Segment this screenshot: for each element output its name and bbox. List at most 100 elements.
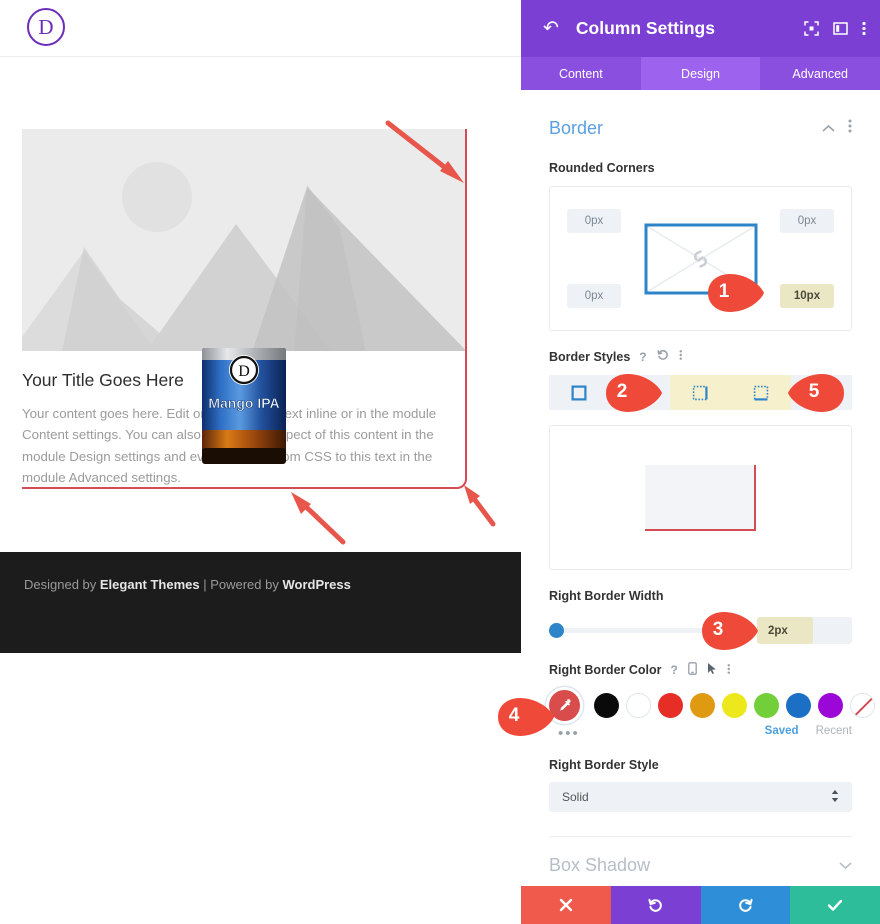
selected-color-swatch[interactable] [549,690,580,721]
corner-preview-rect [644,223,757,294]
chevron-up-icon[interactable] [822,120,835,138]
border-style-right-side-button[interactable] [670,375,731,410]
border-section-title: Border [549,118,604,138]
panel-body: Border Rounded Corners 0px 0px 0px 10px … [521,90,880,886]
module-title: Your Title Goes Here [22,370,184,390]
rounded-corners-label-row: Rounded Corners [549,161,852,175]
check-icon [827,899,843,911]
rounded-corners-control: 0px 0px 0px 10px [549,186,852,331]
back-arrow-icon[interactable]: ↶ [543,19,559,38]
border-styles-more-icon[interactable] [679,349,683,364]
undo-icon[interactable] [656,349,669,364]
color-swatch-transparent[interactable] [850,693,875,718]
preview-footer: Designed by Elegant Themes | Powered by … [0,552,521,653]
right-border-color-label-row: Right Border Color ? [549,662,852,678]
rounded-corners-label: Rounded Corners [549,161,655,175]
right-border-width-value[interactable]: 2px [757,617,813,644]
footer-platform[interactable]: WordPress [282,577,350,592]
cursor-icon[interactable] [707,662,717,678]
module-text: Your Title Goes Here Your content goes h… [22,369,465,489]
annotation-arrow-bottom-border [291,492,346,545]
tab-design[interactable]: Design [640,57,761,90]
border-styles-button-group [549,375,852,410]
color-swatch-black[interactable] [594,693,619,718]
color-swatch-white[interactable] [626,693,651,718]
color-swatch-blue[interactable] [786,693,811,718]
column-settings-panel: ↶ Column Settings Content Design Advance… [521,0,880,924]
tab-content[interactable]: Content [521,57,641,90]
right-border-width-control: 2px [549,617,852,644]
color-swatch-purple[interactable] [818,693,843,718]
box-shadow-section-header[interactable]: Box Shadow [549,855,852,876]
select-arrows-icon [831,789,839,806]
section-divider [549,836,852,837]
right-border-color-label: Right Border Color [549,663,662,677]
right-border-width-label-row: Right Border Width [549,589,852,603]
corner-bottom-left-input[interactable]: 0px [567,284,621,308]
undo-icon [648,898,662,912]
right-border-style-label: Right Border Style [549,758,659,772]
right-border-color-more-icon[interactable] [727,663,731,678]
eyedropper-icon [559,698,570,710]
corner-bottom-right-input[interactable]: 10px [780,284,834,308]
box-shadow-title: Box Shadow [549,855,651,875]
divi-logo-icon: D [27,8,65,46]
color-swatch-row [549,690,875,721]
footer-separator: | Powered by [199,577,283,592]
redo-icon [739,898,753,912]
border-section-header[interactable]: Border [549,90,852,139]
color-subrow: ••• Saved Recent [549,725,852,742]
undo-button[interactable] [610,886,701,924]
redo-button[interactable] [700,886,791,924]
save-button[interactable] [790,886,880,924]
border-section-more-icon[interactable] [848,119,852,138]
close-button[interactable] [521,886,611,924]
right-border-style-label-row: Right Border Style [549,758,852,772]
color-swatch-orange[interactable] [690,693,715,718]
more-colors-icon[interactable]: ••• [558,725,580,742]
question-mark-icon[interactable]: ? [671,663,678,677]
corner-top-left-input[interactable]: 0px [567,209,621,233]
right-border-style-select[interactable]: Solid [549,782,852,812]
mountain-placeholder-icon [22,129,465,351]
border-style-bottom-side-button[interactable] [730,375,792,410]
panel-tabs: Content Design Advanced [521,57,880,90]
preview-topbar: D [0,0,521,57]
annotation-arrow-corner [464,485,496,527]
border-style-all-sides-button[interactable] [549,375,610,410]
color-swatch-red[interactable] [658,693,683,718]
border-styles-label-row: Border Styles ? [549,349,852,364]
corner-top-right-input[interactable]: 0px [780,209,834,233]
module-body: Your content goes here. Edit or remove t… [22,405,437,486]
footer-brand[interactable]: Elegant Themes [100,577,200,592]
recent-colors-tab[interactable]: Recent [816,725,852,737]
layout-icon[interactable] [833,21,848,36]
more-vertical-icon[interactable] [862,21,866,36]
border-preview-box [549,425,852,570]
border-styles-label: Border Styles [549,349,631,364]
border-preview-swatch [645,464,756,531]
slider-handle[interactable] [549,623,564,638]
question-mark-icon[interactable]: ? [639,350,646,364]
chevron-down-icon[interactable] [839,857,852,875]
border-style-top-side-button[interactable] [609,375,671,410]
color-swatch-green[interactable] [754,693,779,718]
expand-icon[interactable] [804,21,819,36]
right-border-style-value: Solid [562,790,589,804]
right-border-width-slider[interactable] [549,623,747,638]
mobile-icon[interactable] [687,662,697,678]
border-style-left-side-button[interactable] [791,375,852,410]
preview-column[interactable]: Your Title Goes Here Your content goes h… [22,129,467,489]
footer-credit: Designed by Elegant Themes | Powered by … [24,577,351,592]
link-icon [693,249,707,268]
right-border-width-label: Right Border Width [549,589,664,603]
panel-header: ↶ Column Settings [521,0,880,57]
saved-colors-tab[interactable]: Saved [765,725,799,737]
color-swatch-yellow[interactable] [722,693,747,718]
panel-footer [521,886,880,924]
right-border-width-field[interactable]: 2px [757,617,852,644]
close-icon [559,898,573,912]
tab-advanced[interactable]: Advanced [760,57,880,90]
image-placeholder [22,129,465,351]
panel-title: Column Settings [575,18,715,38]
